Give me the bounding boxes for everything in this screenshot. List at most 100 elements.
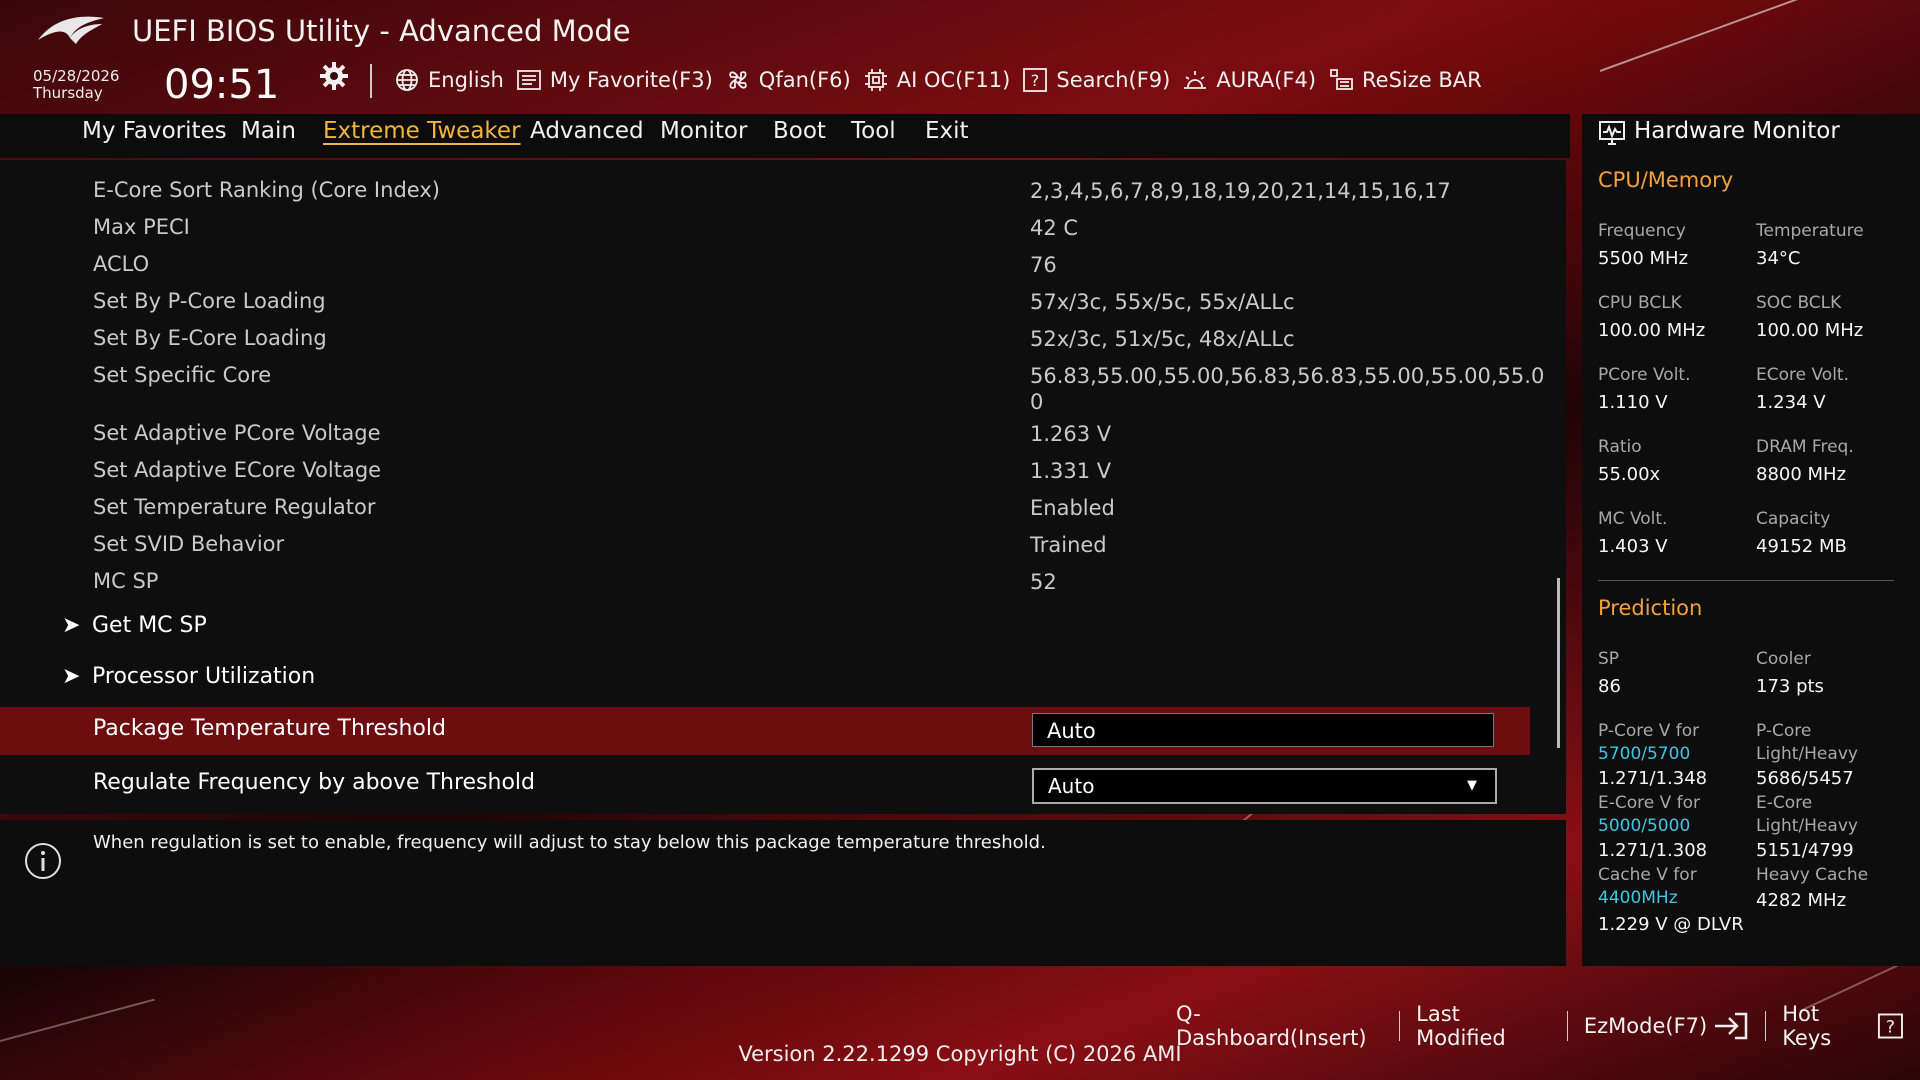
monitor-label: PCore Volt. (1598, 365, 1691, 385)
search-button[interactable]: ? Search(F9) (1022, 67, 1170, 93)
language-label: English (428, 68, 504, 92)
monitor-label: DRAM Freq. (1756, 437, 1854, 457)
globe-icon (396, 69, 418, 91)
setting-label: Set SVID Behavior (93, 532, 285, 556)
tab-exit[interactable]: Exit (925, 118, 969, 144)
weekday-text: Thursday (33, 84, 103, 102)
setting-label: Set By E-Core Loading (93, 326, 327, 350)
monitor-label: MC Volt. (1598, 509, 1668, 529)
setting-label: Set Temperature Regulator (93, 495, 376, 519)
monitor-label: Heavy Cache (1756, 865, 1869, 885)
package-temperature-threshold-input[interactable]: Auto (1032, 713, 1494, 747)
info-icon (25, 843, 61, 879)
setting-value: Trained (1030, 533, 1107, 557)
monitor-label: Cache V for (1598, 865, 1697, 885)
clock[interactable]: 09:51 (164, 62, 279, 108)
setting-label: Regulate Frequency by above Threshold (93, 770, 535, 795)
setting-value: 1.263 V (1030, 422, 1112, 446)
tab-advanced[interactable]: Advanced (530, 118, 644, 144)
my-favorite-button[interactable]: My Favorite(F3) (516, 67, 713, 93)
svg-text:?: ? (1886, 1018, 1895, 1038)
monitor-value: 100.00 MHz (1756, 320, 1864, 341)
regulate-frequency-dropdown[interactable]: Auto ▼ (1032, 768, 1497, 804)
monitor-value: 55.00x (1598, 464, 1661, 485)
prediction-heading: Prediction (1598, 596, 1703, 620)
monitor-label: P-Core (1756, 721, 1812, 741)
scrollbar[interactable] (1557, 578, 1560, 748)
tab-monitor[interactable]: Monitor (660, 118, 747, 144)
footer-bar: Q-Dashboard(Insert) Last Modified EzMode… (0, 966, 1920, 1080)
monitor-value: 49152 MB (1756, 536, 1847, 557)
setting-value: 52 (1030, 570, 1057, 594)
monitor-value: 5686/5457 (1756, 768, 1854, 789)
monitor-value: 1.271/1.348 (1598, 768, 1708, 789)
setting-value: 1.331 V (1030, 459, 1112, 483)
monitor-value: 8800 MHz (1756, 464, 1847, 485)
monitor-frequency: 5000/5000 (1598, 816, 1691, 836)
monitor-label: Light/Heavy (1756, 744, 1858, 764)
qfan-label: Qfan(F6) (758, 68, 851, 92)
version-text: Version 2.22.1299 Copyright (C) 2026 AMI (738, 1042, 1182, 1066)
chevron-right-icon: ➤ (62, 664, 81, 689)
monitor-label: ECore Volt. (1756, 365, 1849, 385)
hardware-monitor-panel: Hardware Monitor CPU/Memory Frequency 55… (1582, 114, 1920, 966)
tab-boot[interactable]: Boot (773, 118, 826, 144)
setting-label: Set Specific Core (93, 363, 272, 387)
chevron-right-icon: ➤ (62, 613, 81, 638)
gear-icon[interactable] (318, 60, 350, 92)
setting-value: 2,3,4,5,6,7,8,9,18,19,20,21,14,15,16,17 (1030, 179, 1451, 203)
setting-label: E-Core Sort Ranking (Core Index) (93, 178, 440, 202)
monitor-frequency: 4400MHz (1598, 888, 1678, 908)
svg-text:?: ? (1031, 71, 1040, 90)
monitor-label: CPU BCLK (1598, 293, 1682, 313)
aura-button[interactable]: AURA(F4) (1182, 67, 1316, 93)
ezmode-button[interactable]: EzMode(F7) (1568, 1012, 1765, 1040)
rog-logo-icon (38, 16, 104, 44)
resize-bar-label: ReSize BAR (1362, 68, 1482, 92)
submenu-label: Get MC SP (92, 613, 207, 638)
submenu-processor-utilization[interactable]: ➤ Processor Utilization (62, 664, 315, 689)
help-question-icon: ? (1878, 1013, 1904, 1039)
language-button[interactable]: English (394, 67, 504, 93)
selected-setting-row[interactable]: Package Temperature Threshold Auto (0, 707, 1530, 755)
ai-chip-icon (864, 69, 887, 91)
monitor-value: 1.110 V (1598, 392, 1668, 413)
monitor-value: 4282 MHz (1756, 890, 1847, 911)
monitor-value: 1.271/1.308 (1598, 840, 1708, 861)
tab-my-favorites[interactable]: My Favorites (82, 118, 227, 144)
monitor-label: E-Core (1756, 793, 1813, 813)
aura-light-icon (1184, 71, 1207, 89)
tab-extreme-tweaker[interactable]: Extreme Tweaker (323, 118, 521, 144)
monitor-label: P-Core V for (1598, 721, 1700, 741)
resize-bar-button[interactable]: ReSize BAR (1328, 67, 1482, 93)
qfan-button[interactable]: Qfan(F6) (725, 67, 851, 93)
setting-label: Set Adaptive ECore Voltage (93, 458, 382, 482)
submenu-get-mc-sp[interactable]: ➤ Get MC SP (62, 613, 207, 638)
monitor-label: SP (1598, 649, 1620, 669)
my-favorite-label: My Favorite(F3) (549, 68, 713, 92)
monitor-label: Cooler (1756, 649, 1811, 669)
search-help-icon: ? (1023, 68, 1048, 92)
favorite-list-icon (516, 70, 541, 90)
ai-oc-button[interactable]: AI OC(F11) (863, 67, 1010, 93)
setting-value: 57x/3c, 55x/5c, 55x/ALLc (1030, 290, 1295, 314)
monitor-value: 1.229 V @ DLVR (1598, 914, 1744, 935)
main-tabs: My Favorites Main Extreme Tweaker Advanc… (0, 114, 1570, 158)
exit-arrow-icon (1715, 1012, 1748, 1040)
tab-main[interactable]: Main (241, 118, 296, 144)
setting-value: 52x/3c, 51x/5c, 48x/ALLc (1030, 327, 1295, 351)
monitor-label: SOC BCLK (1756, 293, 1842, 313)
setting-label: Set Adaptive PCore Voltage (93, 421, 381, 445)
setting-value: Enabled (1030, 496, 1115, 520)
monitor-label: Capacity (1756, 509, 1831, 529)
top-bar: UEFI BIOS Utility - Advanced Mode 05/28/… (0, 0, 1920, 114)
dropdown-value: Auto (1048, 774, 1095, 798)
date-text: 05/28/2026 (33, 67, 120, 85)
setting-label: Max PECI (93, 215, 190, 239)
setting-value: 76 (1030, 253, 1057, 277)
monitor-label: Light/Heavy (1756, 816, 1858, 836)
setting-label: Package Temperature Threshold (93, 716, 446, 741)
tab-tool[interactable]: Tool (851, 118, 896, 144)
date-display: 05/28/2026 Thursday (33, 68, 119, 102)
monitor-icon (1599, 121, 1625, 145)
